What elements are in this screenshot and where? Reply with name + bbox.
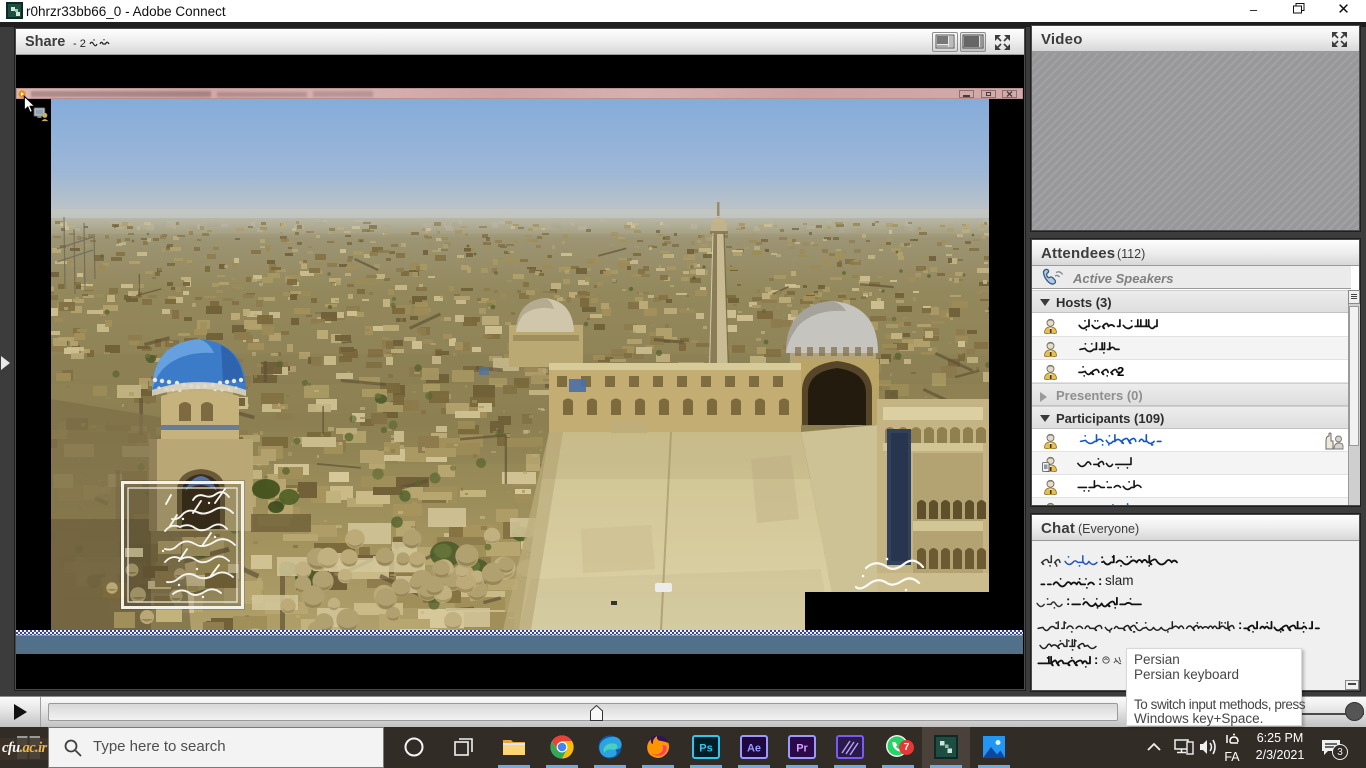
svg-text:Ps: Ps <box>699 743 712 755</box>
svg-text:Ae: Ae <box>747 743 761 755</box>
svg-text:Pr: Pr <box>796 743 808 755</box>
